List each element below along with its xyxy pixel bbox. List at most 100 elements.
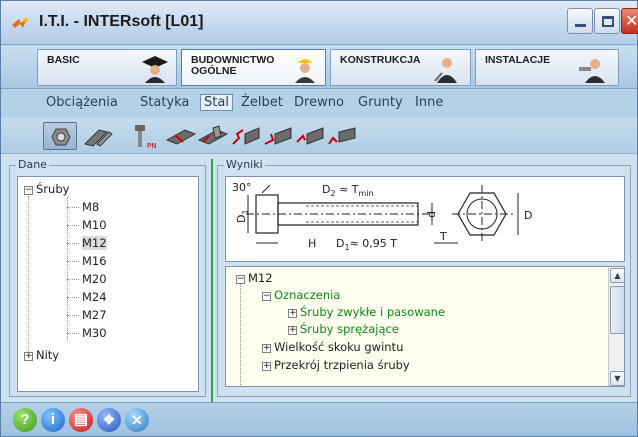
connection-icon	[264, 127, 292, 145]
tab-konstrukcja[interactable]: KONSTRUKCJA	[330, 49, 471, 86]
tab-label: BUDOWNICTWO OGÓLNE	[191, 54, 275, 77]
result-node-skok[interactable]: + Wielkość skoku gwintu	[262, 340, 403, 354]
expand-icon: +	[288, 308, 297, 318]
expand-icon: +	[262, 343, 271, 353]
connection-icon	[232, 127, 260, 145]
tree-node-m30[interactable]: M30	[82, 326, 107, 340]
help-icon[interactable]: ?	[13, 408, 37, 432]
maximize-button[interactable]	[594, 8, 620, 34]
data-panel-title: Dane	[16, 158, 49, 171]
connection-icon	[328, 127, 356, 145]
tab-label: KONSTRUKCJA	[340, 54, 421, 66]
title-bar: I.T.I. - INTERsoft [L01] ✕	[1, 1, 638, 45]
scroll-up-icon[interactable]: ▲	[610, 268, 624, 283]
tools-icon[interactable]: ✕	[125, 408, 149, 432]
steel-toolbar: PN	[1, 118, 637, 154]
tree-node-m20[interactable]: M20	[82, 272, 107, 286]
result-node-sprezajace[interactable]: + Śruby sprężające	[288, 322, 399, 336]
tree-node-m8[interactable]: M8	[82, 200, 99, 214]
menu-obciazenia[interactable]: Obciążenia	[46, 95, 118, 110]
bolt-drawing: 30° D1 D2 ≈ Tmin d H D1≈ 0,95 T T D	[225, 176, 625, 262]
collapse-icon: −	[236, 274, 245, 284]
tab-budownictwo[interactable]: BUDOWNICTWO OGÓLNE	[181, 49, 326, 86]
results-scrollbar[interactable]: ▲ ▼	[608, 267, 624, 386]
tool-beam-2[interactable]	[197, 122, 231, 150]
menu-inne[interactable]: Inne	[415, 95, 443, 110]
weld-icon	[84, 129, 113, 147]
close-button[interactable]: ✕	[621, 8, 638, 34]
result-node-oznaczenia[interactable]: − Oznaczenia	[262, 288, 340, 302]
material-menu: Obciążenia Statyka Stal Żelbet Drewno Gr…	[1, 90, 637, 118]
nut-icon	[51, 128, 71, 146]
engineer-icon	[434, 58, 457, 83]
tree-node-m27[interactable]: M27	[82, 308, 107, 322]
tool-connection-4[interactable]	[325, 122, 359, 150]
tree-node-m12[interactable]: M12	[82, 236, 107, 250]
bolt-tree[interactable]: − Śruby M8 M10 M12 M16 M20 M24 M27 M30 + N…	[17, 176, 199, 392]
result-node-m12[interactable]: − M12	[236, 271, 273, 285]
bottom-toolbar: ? i ▤ ✥ ✕	[1, 402, 637, 436]
plumber-icon	[579, 59, 605, 83]
panel-splitter[interactable]	[211, 159, 213, 402]
tree-node-nity[interactable]: + Nity	[24, 348, 59, 362]
graduate-icon	[142, 56, 168, 83]
window-title: I.T.I. - INTERsoft [L01]	[39, 13, 204, 30]
collapse-icon: −	[262, 291, 271, 301]
result-node-zwykle[interactable]: + Śruby zwykłe i pasowane	[288, 305, 445, 319]
menu-zelbet[interactable]: Żelbet	[241, 95, 283, 110]
tool-nut[interactable]	[43, 122, 77, 150]
tool-weld[interactable]	[81, 122, 115, 150]
minimize-icon	[575, 24, 586, 27]
collapse-icon: −	[24, 185, 33, 195]
tool-beam-1[interactable]	[165, 122, 199, 150]
results-panel-title: Wyniki	[224, 158, 265, 171]
scroll-thumb[interactable]	[610, 286, 624, 334]
tool-connection-2[interactable]	[261, 122, 295, 150]
tree-node-m24[interactable]: M24	[82, 290, 107, 304]
result-node-przekroj[interactable]: + Przekrój trzpienia śruby	[262, 358, 410, 372]
tab-label: INSTALACJE	[485, 54, 551, 66]
connection-icon	[296, 127, 324, 145]
close-icon: ✕	[625, 11, 638, 30]
tool-connection-3[interactable]	[293, 122, 327, 150]
navigate-icon[interactable]: ✥	[97, 408, 121, 432]
builder-icon	[295, 59, 315, 83]
expand-icon: +	[262, 361, 271, 371]
expand-icon: +	[24, 351, 33, 361]
app-window: I.T.I. - INTERsoft [L01] ✕ BASIC BUDOWNI…	[0, 0, 638, 437]
svg-text:D2 ≈ Tmin: D2 ≈ Tmin	[322, 183, 374, 198]
minimize-button[interactable]	[567, 8, 593, 34]
d1-side-label: D1	[235, 209, 250, 223]
tab-instalacje[interactable]: INSTALACJE	[475, 49, 619, 86]
expand-icon: +	[288, 325, 297, 335]
d-label: d	[425, 211, 438, 218]
h-label: H	[308, 237, 316, 250]
beam-joint-icon	[197, 125, 229, 145]
menu-grunty[interactable]: Grunty	[358, 95, 403, 110]
d-big-label: D	[524, 209, 532, 222]
scroll-down-icon[interactable]: ▼	[610, 371, 624, 386]
results-tree[interactable]: − M12 − Oznaczenia + Śruby zwykłe i pasowan…	[225, 266, 625, 387]
app-logo-icon	[12, 18, 28, 28]
bolt-pn-icon: PN	[135, 125, 156, 150]
angle-label: 30°	[232, 181, 252, 194]
info-icon[interactable]: i	[41, 408, 65, 432]
maximize-icon	[602, 16, 614, 27]
tree-node-sruby[interactable]: − Śruby	[24, 182, 69, 196]
tree-node-m16[interactable]: M16	[82, 254, 107, 268]
tool-bolt-pn[interactable]: PN	[129, 122, 163, 150]
bolt-dimension-diagram: 30° D1 D2 ≈ Tmin d H D1≈ 0,95 T T D	[232, 181, 532, 252]
tool-connection-1[interactable]	[229, 122, 263, 150]
menu-statyka[interactable]: Statyka	[140, 95, 189, 110]
print-icon[interactable]: ▤	[69, 408, 93, 432]
tab-basic[interactable]: BASIC	[37, 49, 177, 86]
t-label: T	[439, 230, 447, 243]
menu-stal[interactable]: Stal	[200, 94, 233, 111]
tree-node-m10[interactable]: M10	[82, 218, 107, 232]
svg-text:D1≈ 0,95 T: D1≈ 0,95 T	[336, 237, 397, 252]
module-tabs: BASIC BUDOWNICTWO OGÓLNE KONSTRUKCJA INS…	[1, 46, 637, 89]
menu-drewno[interactable]: Drewno	[294, 95, 344, 110]
tab-label: BASIC	[47, 54, 80, 66]
beam-icon	[165, 129, 197, 145]
svg-text:PN: PN	[147, 142, 156, 150]
